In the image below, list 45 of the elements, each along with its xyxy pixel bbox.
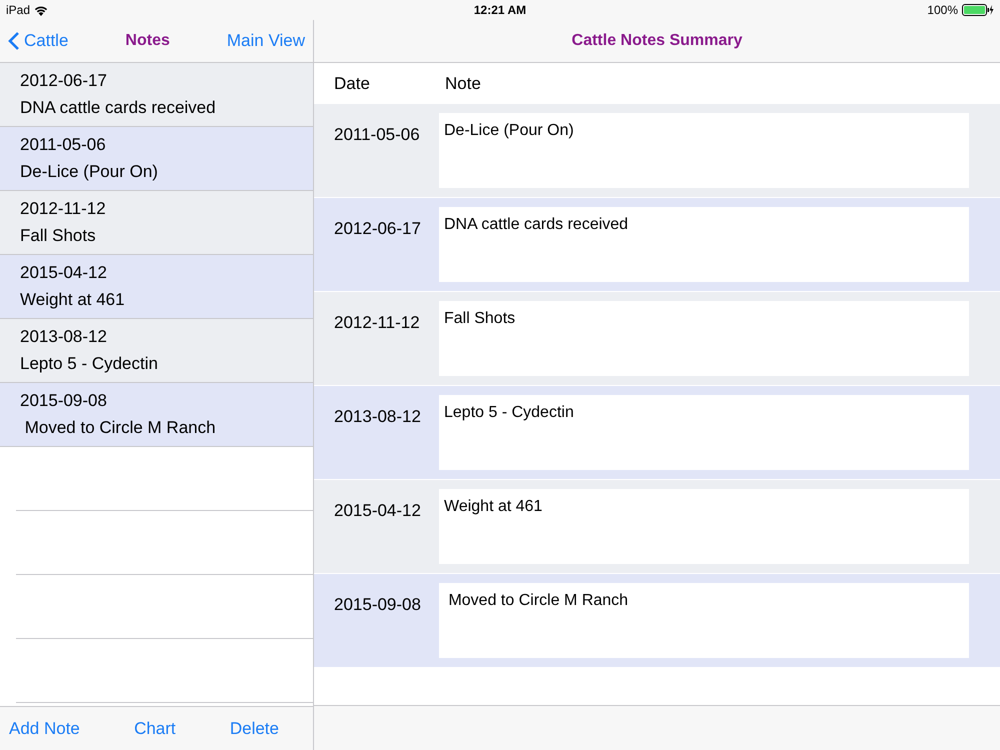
note-text: DNA cattle cards received <box>20 98 217 118</box>
note-text: Fall Shots <box>20 226 97 246</box>
date-cell: 2012-11-12 <box>334 313 420 332</box>
note-date: 2012-06-17 <box>20 71 108 91</box>
note-text: De-Lice (Pour On) <box>20 162 159 182</box>
battery-charging-icon <box>962 4 994 16</box>
note-list-item[interactable]: 2012-11-12 Fall Shots <box>0 191 313 255</box>
note-date: 2015-09-08 <box>20 391 108 411</box>
date-cell: 2015-04-12 <box>334 501 421 520</box>
note-field[interactable]: Weight at 461 <box>439 489 969 564</box>
note-field[interactable]: Moved to Circle M Ranch <box>439 583 969 658</box>
summary-title: Cattle Notes Summary <box>572 32 742 50</box>
note-list-item[interactable]: 2012-06-17 DNA cattle cards received <box>0 63 313 127</box>
toolbar-button[interactable]: Chart <box>134 718 176 738</box>
note-text: Weight at 461 <box>20 290 126 310</box>
toolbar-button[interactable]: Add Note <box>9 718 80 738</box>
date-cell: 2011-05-06 <box>334 125 420 144</box>
back-button[interactable]: Cattle <box>8 31 68 51</box>
battery-percent: 100% <box>927 3 958 17</box>
note-date: 2015-04-12 <box>20 263 108 283</box>
note-text: Lepto 5 - Cydectin <box>20 354 159 374</box>
date-cell: 2013-08-12 <box>334 407 421 426</box>
note-text: Moved to Circle M Ranch <box>24 418 217 438</box>
nav-title: Notes <box>125 32 170 50</box>
note-date: 2012-11-12 <box>20 199 107 219</box>
note-field[interactable]: Fall Shots <box>439 301 969 376</box>
note-list-item[interactable]: 2015-04-12 Weight at 461 <box>0 255 313 319</box>
note-list-item[interactable]: 2013-08-12 Lepto 5 - Cydectin <box>0 319 313 383</box>
wifi-icon <box>34 4 48 16</box>
note-date: 2013-08-12 <box>20 327 108 347</box>
clock-time: 12:21 AM <box>474 3 526 17</box>
note-date: 2011-05-06 <box>20 135 107 155</box>
note-field[interactable]: Lepto 5 - Cydectin <box>439 395 969 470</box>
date-cell: 2012-06-17 <box>334 219 421 238</box>
date-cell: 2015-09-08 <box>334 595 421 614</box>
note-field[interactable]: De-Lice (Pour On) <box>439 113 969 188</box>
note-list-item[interactable]: 2015-09-08 Moved to Circle M Ranch <box>0 383 313 447</box>
column-header: Note <box>445 74 481 94</box>
note-field[interactable]: DNA cattle cards received <box>439 207 969 282</box>
chevron-left-icon <box>8 31 20 51</box>
column-header: Date <box>334 74 371 94</box>
note-list-item[interactable]: 2011-05-06 De-Lice (Pour On) <box>0 127 313 191</box>
device-name: iPad <box>6 3 30 17</box>
main-view-button[interactable]: Main View <box>226 31 305 51</box>
toolbar-button[interactable]: Delete <box>230 718 279 738</box>
